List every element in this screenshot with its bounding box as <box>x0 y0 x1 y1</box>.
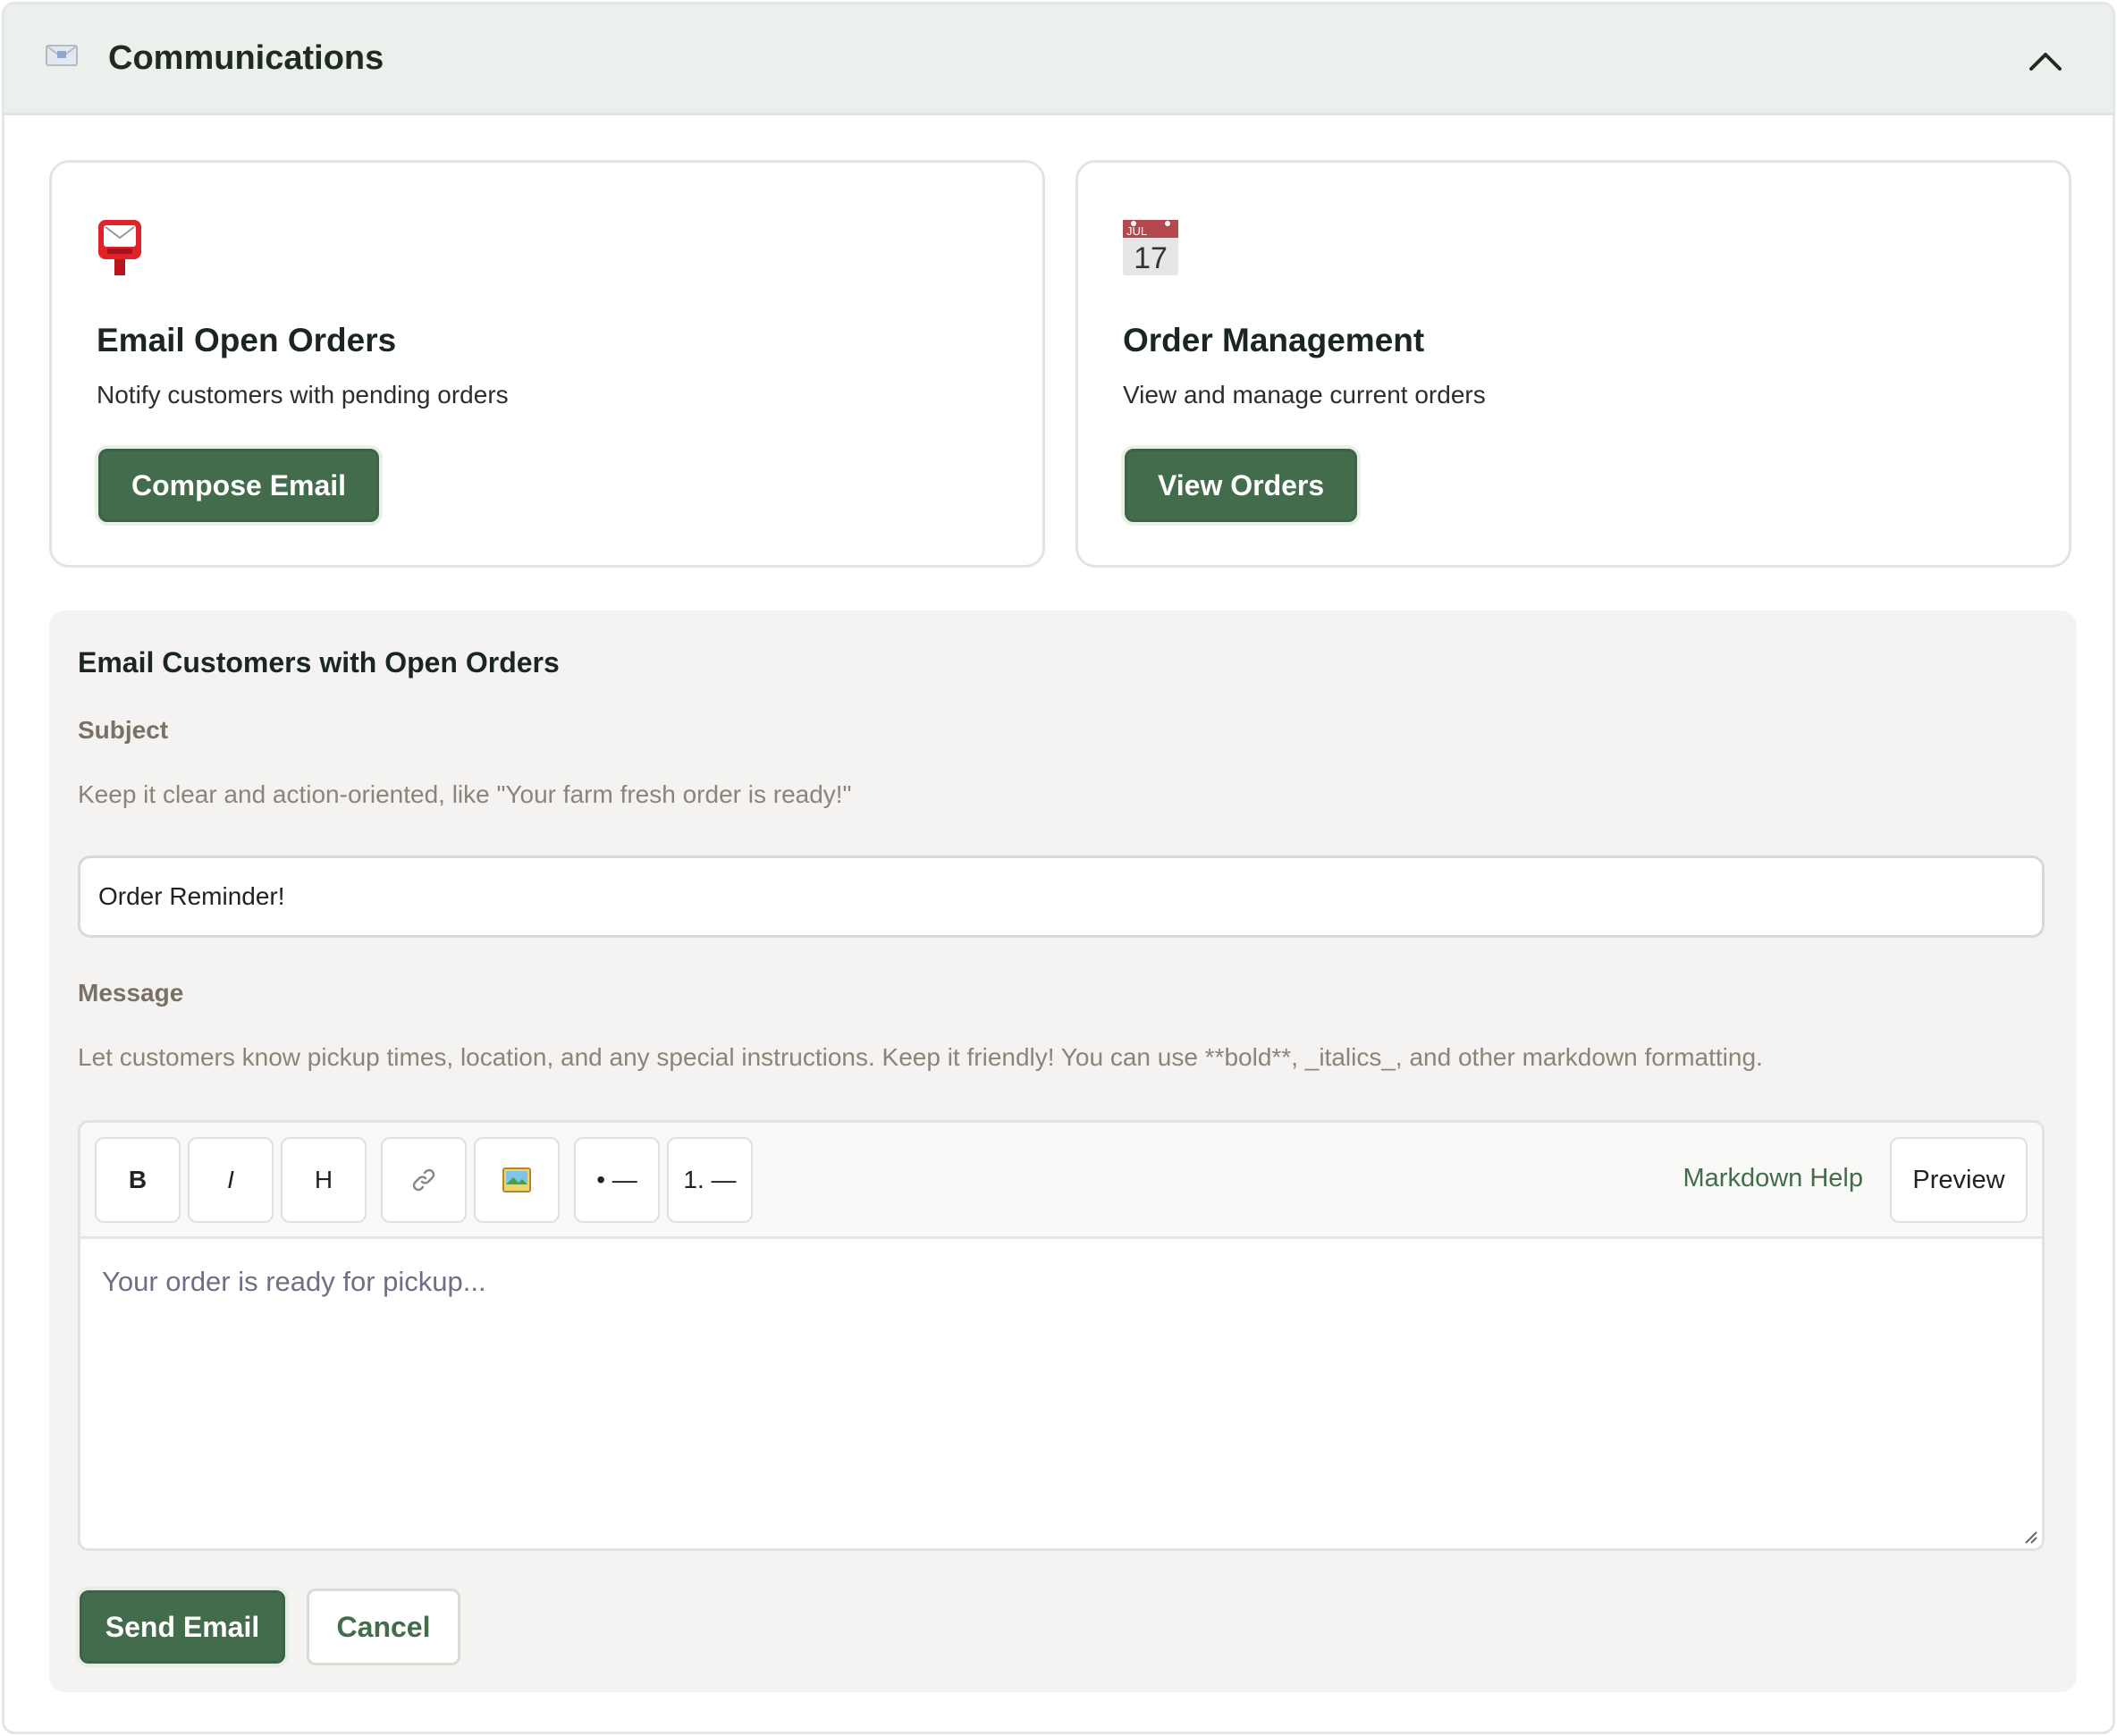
markdown-help-link[interactable]: Markdown Help <box>1683 1164 1863 1193</box>
calendar-month: JUL <box>1126 224 1147 238</box>
compose-email-button[interactable]: Compose Email <box>98 449 380 522</box>
italic-button[interactable]: I <box>188 1137 274 1223</box>
calendar-day: 17 <box>1134 241 1168 275</box>
markdown-editor: B I H • — 1. — Markdown Help Preview You… <box>78 1120 2045 1551</box>
subject-label: Subject <box>78 716 169 744</box>
email-open-orders-card: Email Open Orders Notify customers with … <box>49 160 1045 568</box>
editor-toolbar: B I H • — 1. — Markdown Help Preview <box>80 1123 2042 1239</box>
bullet-list-button[interactable]: • — <box>574 1137 660 1223</box>
heading-button[interactable]: H <box>281 1137 367 1223</box>
collapse-button[interactable] <box>2025 40 2066 81</box>
envelope-icon <box>46 43 81 75</box>
action-cards: Email Open Orders Notify customers with … <box>49 160 2077 568</box>
message-textarea[interactable] <box>80 1239 2042 1548</box>
panel-header[interactable]: Communications <box>4 4 2113 115</box>
send-email-button[interactable]: Send Email <box>80 1590 285 1664</box>
message-label: Message <box>78 979 184 1007</box>
preview-button[interactable]: Preview <box>1890 1137 2028 1223</box>
subject-input[interactable] <box>78 855 2045 938</box>
image-button[interactable] <box>474 1137 560 1223</box>
postbox-icon <box>95 218 145 291</box>
order-management-card: JUL 17 Order Management View and manage … <box>1075 160 2071 568</box>
panel-title: Communications <box>108 39 384 77</box>
card-description: Notify customers with pending orders <box>97 381 509 409</box>
card-description: View and manage current orders <box>1123 381 1486 409</box>
subject-hint: Keep it clear and action-oriented, like … <box>78 780 852 808</box>
communications-panel: Communications Email Open Orders Notify … <box>2 2 2115 1734</box>
bold-button[interactable]: B <box>95 1137 181 1223</box>
view-orders-button[interactable]: View Orders <box>1125 449 1358 522</box>
chevron-up-icon <box>2029 53 2062 71</box>
link-button[interactable] <box>381 1137 467 1223</box>
email-form: Email Customers with Open Orders Subject… <box>49 611 2077 1692</box>
message-hint: Let customers know pickup times, locatio… <box>78 1043 1763 1071</box>
image-icon <box>502 1167 531 1192</box>
cancel-button[interactable]: Cancel <box>307 1589 460 1665</box>
calendar-icon: JUL 17 <box>1121 218 1180 291</box>
numbered-list-button[interactable]: 1. — <box>667 1137 753 1223</box>
card-title: Order Management <box>1123 322 1425 358</box>
form-title: Email Customers with Open Orders <box>78 646 560 678</box>
link-icon <box>412 1168 435 1192</box>
card-title: Email Open Orders <box>97 322 397 358</box>
resize-handle-icon[interactable] <box>2022 1529 2038 1545</box>
